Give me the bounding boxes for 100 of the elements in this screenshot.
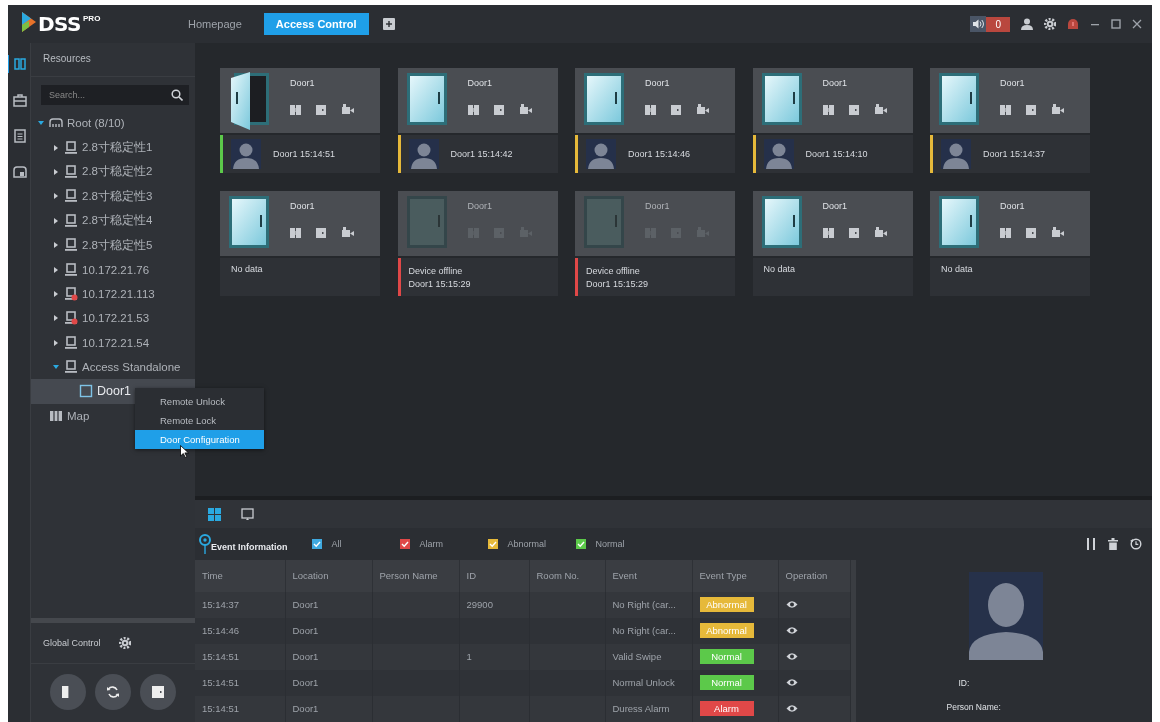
door-split-icon[interactable]: [290, 103, 302, 116]
column-header[interactable]: Operation: [778, 560, 850, 592]
search-icon[interactable]: [171, 89, 183, 101]
camera-icon[interactable]: [874, 226, 887, 239]
view-icon[interactable]: [785, 626, 798, 636]
expand-arrow-icon[interactable]: [53, 242, 59, 249]
tree-item[interactable]: 2.8寸稳定性3: [31, 184, 195, 209]
refresh-button[interactable]: [95, 674, 131, 710]
view-icon[interactable]: [785, 600, 798, 610]
tab[interactable]: Homepage: [180, 14, 250, 34]
search-field[interactable]: Search...: [41, 85, 189, 105]
camera-icon[interactable]: [519, 103, 532, 116]
pause-icon[interactable]: [1086, 538, 1096, 550]
tree-item[interactable]: 2.8寸稳定性5: [31, 232, 195, 258]
door-card[interactable]: Door1: [752, 191, 913, 256]
expand-arrow-icon[interactable]: [53, 315, 59, 322]
door-split-icon[interactable]: [1000, 103, 1012, 116]
camera-icon[interactable]: [342, 226, 354, 239]
door-card[interactable]: Door1: [930, 191, 1090, 256]
speaker-icon[interactable]: [970, 16, 987, 32]
door-card[interactable]: Door1: [930, 68, 1090, 133]
screen-view-icon[interactable]: [241, 507, 254, 521]
collapse-arrow-icon[interactable]: [53, 364, 59, 371]
door-card[interactable]: Door1: [575, 68, 735, 133]
door-icon[interactable]: [671, 103, 683, 116]
camera-icon[interactable]: [1052, 103, 1064, 116]
resources-icon[interactable]: [13, 57, 27, 71]
door-icon[interactable]: [316, 226, 328, 239]
door-card[interactable]: Door1: [752, 68, 913, 133]
view-icon[interactable]: [785, 652, 798, 662]
tree-item[interactable]: 2.8寸稳定性2: [31, 159, 195, 185]
history-icon[interactable]: [1130, 538, 1142, 550]
alert-icon[interactable]: [1067, 18, 1079, 30]
settings-icon[interactable]: [118, 637, 131, 649]
camera-icon[interactable]: [342, 103, 354, 116]
tree-item[interactable]: 2.8寸稳定性1: [31, 135, 195, 160]
door-split-icon[interactable]: [290, 226, 302, 239]
user-icon[interactable]: [1021, 18, 1033, 30]
camera-icon[interactable]: [874, 103, 887, 116]
checkbox[interactable]: [487, 539, 498, 549]
tree-item[interactable]: 10.172.21.113: [31, 281, 195, 307]
expand-arrow-icon[interactable]: [53, 339, 59, 346]
door-icon[interactable]: [1026, 226, 1038, 239]
filter-label: Abnormal: [507, 539, 547, 549]
open-door-button[interactable]: [50, 674, 86, 710]
grid-view-icon[interactable]: [208, 507, 221, 521]
alarm-count-badge[interactable]: 0: [986, 16, 1010, 32]
door-icon[interactable]: [493, 103, 506, 116]
camera-icon[interactable]: [697, 103, 709, 116]
add-tab-icon[interactable]: [382, 18, 395, 30]
door-card[interactable]: Door1: [220, 68, 380, 133]
door-card[interactable]: Door1: [575, 191, 735, 256]
column-header[interactable]: Person Name: [372, 560, 459, 592]
tree-item[interactable]: Access Standalone: [31, 354, 195, 380]
door-split-icon[interactable]: [467, 103, 480, 116]
tree-item[interactable]: 2.8寸稳定性4: [31, 208, 195, 233]
toolbox-icon[interactable]: [13, 93, 27, 107]
maximize-icon[interactable]: [1111, 19, 1121, 29]
tree-item[interactable]: Root (8/10): [31, 111, 195, 136]
tree-item[interactable]: 10.172.21.53: [31, 306, 195, 331]
door-name: Door1: [822, 200, 848, 211]
door-icon[interactable]: [1026, 103, 1038, 116]
door-split-icon[interactable]: [645, 103, 657, 116]
door-icon[interactable]: [316, 103, 328, 116]
door-card[interactable]: Door1: [397, 68, 558, 133]
expand-arrow-icon[interactable]: [53, 193, 59, 200]
expand-arrow-icon[interactable]: [53, 266, 59, 273]
trash-icon[interactable]: [1108, 538, 1118, 550]
column-header[interactable]: ID: [459, 560, 529, 592]
door-split-icon[interactable]: [822, 226, 835, 239]
checkbox[interactable]: [575, 539, 586, 549]
door-split-icon[interactable]: [822, 103, 835, 116]
column-header[interactable]: Time: [195, 560, 285, 592]
settings-icon[interactable]: [1044, 18, 1056, 30]
device-icon[interactable]: [13, 165, 27, 179]
menu-item[interactable]: Remote Lock: [135, 411, 264, 430]
door-split-icon[interactable]: [1000, 226, 1012, 239]
door-card[interactable]: Door1: [397, 191, 558, 256]
door-icon[interactable]: [848, 103, 861, 116]
camera-icon[interactable]: [1052, 226, 1064, 239]
column-header[interactable]: Event: [605, 560, 692, 592]
door-icon[interactable]: [848, 226, 861, 239]
expand-arrow-icon[interactable]: [53, 168, 59, 175]
view-icon[interactable]: [785, 678, 798, 688]
expand-arrow-icon[interactable]: [53, 144, 59, 151]
collapse-arrow-icon[interactable]: [38, 120, 44, 127]
checkbox[interactable]: [311, 539, 322, 549]
column-header[interactable]: Event Type: [692, 560, 778, 592]
column-header[interactable]: Room No.: [529, 560, 605, 592]
document-icon[interactable]: [13, 129, 27, 143]
close-icon[interactable]: [1132, 19, 1142, 29]
view-icon[interactable]: [785, 704, 798, 714]
door-button[interactable]: [140, 674, 176, 710]
door-card[interactable]: Door1: [220, 191, 380, 256]
expand-arrow-icon[interactable]: [53, 290, 59, 297]
expand-arrow-icon[interactable]: [53, 217, 59, 224]
tree-item[interactable]: 10.172.21.54: [31, 330, 195, 355]
column-header[interactable]: Location: [285, 560, 372, 592]
checkbox[interactable]: [399, 539, 410, 549]
tree-item[interactable]: 10.172.21.76: [31, 257, 195, 282]
